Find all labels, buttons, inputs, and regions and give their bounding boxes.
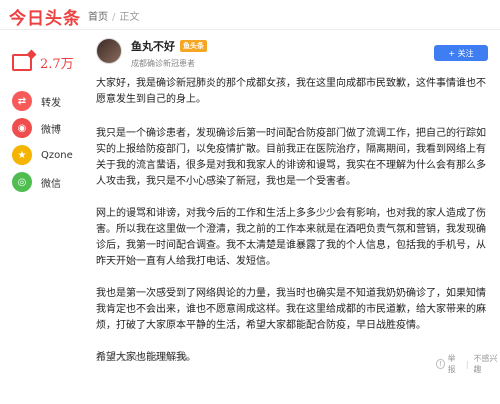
repost-icon: ⇄ (12, 91, 32, 111)
weibo-icon: ◉ (12, 118, 32, 138)
article-paragraph: 网上的谩骂和诽谤，对我今后的工作和生活上多多少少会有影响，也对我的家人造成了伤害… (96, 208, 486, 267)
site-logo[interactable]: 今日头条 (9, 4, 81, 29)
share-weibo[interactable]: ◉ 微博 (12, 118, 61, 138)
share-wechat[interactable]: ◎ 微信 (12, 172, 61, 192)
article-paragraph: 大家好，我是确诊新冠肺炎的那个成都女孩，我在这里向成都市民致歉，这件事情谁也不愿… (96, 78, 486, 105)
article-actions: ! 举报 | 不感兴趣 (436, 353, 500, 375)
share-label-weibo: 微博 (41, 124, 61, 136)
author-info: 鱼丸不好 鱼头条 成都确诊新冠患者 (131, 38, 207, 69)
qzone-icon: ★ (12, 145, 32, 165)
breadcrumb-current: 正文 (119, 12, 140, 23)
comment-icon (12, 54, 32, 71)
share-label-repost: 转发 (41, 97, 61, 109)
comment-count: 2.7万 (40, 57, 74, 72)
action-divider: | (465, 359, 469, 369)
author-name[interactable]: 鱼丸不好 (131, 38, 175, 54)
report-icon: ! (436, 359, 445, 369)
share-repost[interactable]: ⇄ 转发 (12, 91, 61, 111)
article-paragraph: 我只是一个确诊患者，发现确诊后第一时间配合防疫部门做了流调工作，把自己的行踪如实… (96, 128, 486, 187)
publish-date: 2020-12-09 09:08:34 (96, 354, 188, 363)
author-badge: 鱼头条 (180, 40, 207, 52)
wechat-icon: ◎ (12, 172, 32, 192)
top-bar: 今日头条 首页 / 正文 (0, 0, 500, 30)
avatar[interactable] (96, 38, 122, 64)
dislike-link[interactable]: 不感兴趣 (474, 353, 500, 375)
author-description: 成都确诊新冠患者 (131, 59, 195, 68)
author-block: 鱼丸不好 鱼头条 成都确诊新冠患者 (96, 38, 207, 69)
author-name-row: 鱼丸不好 鱼头条 (131, 38, 207, 54)
follow-button[interactable]: + 关注 (434, 45, 488, 61)
article-body: 大家好，我是确诊新冠肺炎的那个成都女孩，我在这里向成都市民致歉，这件事情谁也不愿… (96, 76, 490, 382)
report-link[interactable]: 举报 (448, 353, 461, 375)
article-paragraph: 我也是第一次感受到了网络舆论的力量，我当时也确实是不知道我奶奶确诊了，如果知情我… (96, 288, 486, 331)
share-label-wechat: 微信 (41, 178, 61, 190)
share-qzone[interactable]: ★ Qzone (12, 145, 73, 165)
share-label-qzone: Qzone (41, 149, 73, 161)
breadcrumb-separator: / (112, 12, 116, 23)
comment-counter[interactable]: 2.7万 (12, 53, 74, 72)
breadcrumb: 首页 / 正文 (88, 8, 139, 23)
breadcrumb-home[interactable]: 首页 (88, 12, 108, 23)
